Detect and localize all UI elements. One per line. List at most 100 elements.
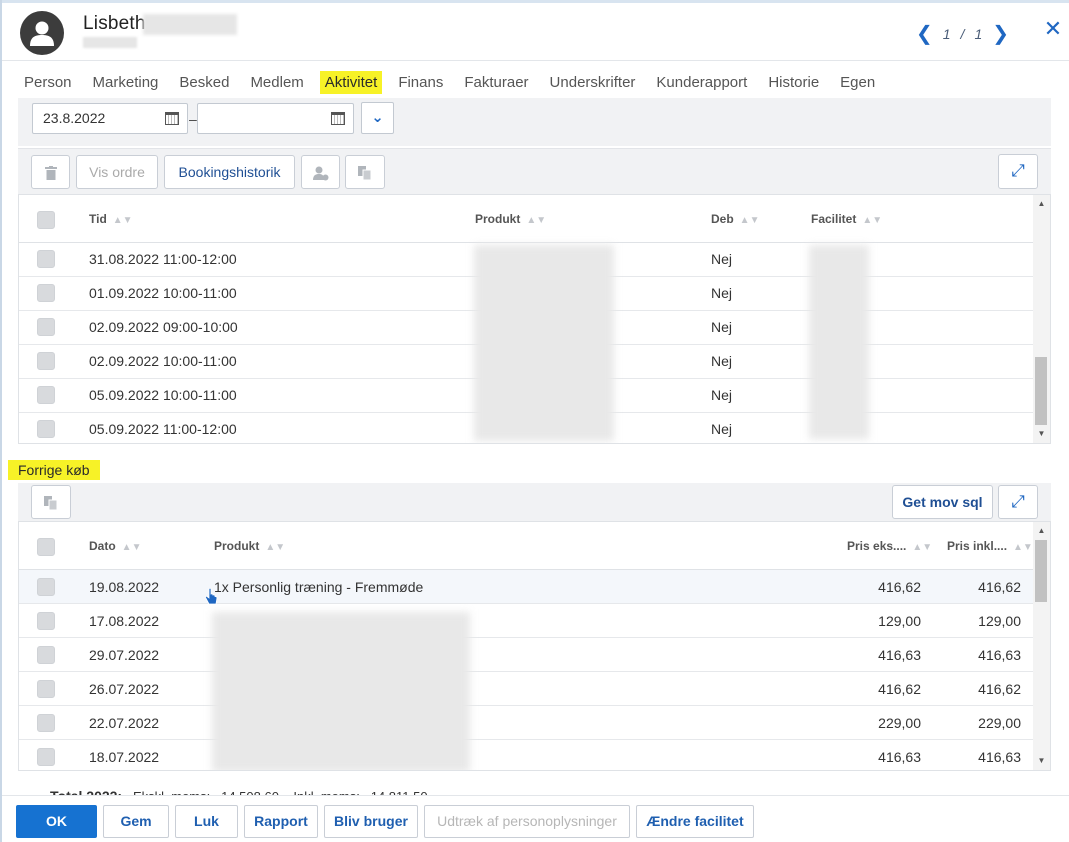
column-header-price-ex[interactable]: Pris eks.... ▲▼	[847, 539, 932, 553]
tab-person[interactable]: Person	[24, 71, 72, 94]
hand-cursor-icon	[205, 588, 218, 605]
row-checkbox[interactable]	[37, 352, 55, 370]
tab-medlem[interactable]: Medlem	[250, 71, 303, 94]
from-date-input[interactable]: 23.8.2022	[32, 103, 188, 134]
booking-deb: Nej	[711, 319, 733, 335]
purchase-price-incl: 416,63	[978, 647, 1021, 663]
booking-time: 31.08.2022 11:00-12:00	[89, 251, 237, 267]
column-label: Tid	[89, 212, 107, 226]
user-action-button[interactable]	[301, 155, 340, 189]
table-row[interactable]: 18.07.2022 416,63 416,63	[19, 740, 1034, 770]
tab-underskrifter[interactable]: Underskrifter	[550, 71, 636, 94]
row-checkbox[interactable]	[37, 680, 55, 698]
filter-dropdown-button[interactable]: ⌄	[361, 102, 394, 134]
redacted-surname	[143, 14, 237, 35]
tab-kunderapport[interactable]: Kunderapport	[656, 71, 747, 94]
column-header-price-incl[interactable]: Pris inkl.... ▲▼	[947, 539, 1033, 553]
table-row[interactable]: 17.08.2022 129,00 129,00	[19, 604, 1034, 638]
tab-aktivitet[interactable]: Aktivitet	[319, 70, 383, 103]
row-checkbox[interactable]	[37, 420, 55, 438]
tab-historie[interactable]: Historie	[768, 71, 819, 94]
booking-deb: Nej	[711, 421, 733, 437]
extract-personal-data-button[interactable]: Udtræk af personoplysninger	[424, 805, 630, 838]
delete-button[interactable]	[31, 155, 70, 189]
sort-icon: ▲▼	[912, 542, 933, 553]
purchase-product: 1x Personlig træning - Fremmøde	[214, 579, 424, 595]
purchase-table-scrollbar[interactable]: ▲ ▼	[1033, 522, 1050, 770]
row-checkbox[interactable]	[37, 578, 55, 596]
purchase-date: 29.07.2022	[89, 647, 160, 663]
row-checkbox[interactable]	[37, 284, 55, 302]
change-facility-button[interactable]: Ændre facilitet	[636, 805, 754, 838]
dialog-footer: OK Gem Luk Rapport Bliv bruger Udtræk af…	[2, 795, 1069, 842]
row-checkbox[interactable]	[37, 386, 55, 404]
select-all-checkbox[interactable]	[37, 211, 55, 229]
scrollbar-thumb[interactable]	[1035, 357, 1047, 425]
user-lock-icon	[312, 166, 328, 181]
column-header-date[interactable]: Dato ▲▼	[89, 539, 141, 553]
row-checkbox[interactable]	[37, 646, 55, 664]
trash-icon	[44, 166, 57, 181]
purchase-date: 22.07.2022	[89, 715, 160, 731]
chevron-right-icon[interactable]: ❯	[992, 21, 1009, 46]
purchase-toolbar: Get mov sql ⤢	[18, 483, 1051, 521]
column-header-facility[interactable]: Facilitet ▲▼	[811, 212, 882, 226]
scroll-down-icon[interactable]: ▼	[1033, 754, 1050, 768]
booking-table: Tid ▲▼ Produkt ▲▼ Deb ▲▼ Facilitet ▲▼ 31.08.…	[18, 194, 1051, 444]
redacted-facility-column	[809, 245, 869, 439]
row-checkbox[interactable]	[37, 612, 55, 630]
purchase-price-incl: 416,62	[978, 579, 1021, 595]
chevron-left-icon[interactable]: ❮	[916, 21, 933, 46]
table-row[interactable]: 22.07.2022 229,00 229,00	[19, 706, 1034, 740]
row-checkbox[interactable]	[37, 318, 55, 336]
table-row[interactable]: 29.07.2022 416,63 416,63	[19, 638, 1034, 672]
purchase-price-incl: 229,00	[978, 715, 1021, 731]
tab-egen[interactable]: Egen	[840, 71, 875, 94]
tab-besked[interactable]: Besked	[179, 71, 229, 94]
table-row[interactable]: 19.08.2022 1x Personlig træning - Fremmø…	[19, 570, 1034, 604]
tab-finans[interactable]: Finans	[398, 71, 443, 94]
column-header-time[interactable]: Tid ▲▼	[89, 212, 133, 226]
copy-icon	[358, 166, 372, 181]
person-name: Lisbeth	[83, 13, 146, 34]
pager-total: 1	[974, 25, 983, 42]
select-all-checkbox[interactable]	[37, 538, 55, 556]
scrollbar-thumb[interactable]	[1035, 540, 1047, 602]
tab-bar: Person Marketing Besked Medlem Aktivitet…	[2, 62, 1069, 103]
to-date-input[interactable]	[197, 103, 354, 134]
expand-booking-button[interactable]: ⤢	[998, 154, 1038, 189]
ok-button[interactable]: OK	[16, 805, 97, 838]
expand-purchases-button[interactable]: ⤢	[998, 485, 1038, 519]
booking-time: 02.09.2022 09:00-10:00	[89, 319, 238, 335]
close-icon[interactable]: ✕	[1041, 17, 1065, 41]
sort-icon: ▲▼	[739, 215, 760, 226]
copy-button[interactable]	[31, 485, 71, 519]
row-checkbox[interactable]	[37, 250, 55, 268]
copy-button[interactable]	[345, 155, 385, 189]
column-header-product[interactable]: Produkt ▲▼	[475, 212, 546, 226]
column-header-product[interactable]: Produkt ▲▼	[214, 539, 285, 553]
save-button[interactable]: Gem	[103, 805, 169, 838]
column-header-deb[interactable]: Deb ▲▼	[711, 212, 759, 226]
row-checkbox[interactable]	[37, 748, 55, 766]
calendar-icon[interactable]	[331, 112, 345, 125]
purchase-price-ex: 416,62	[878, 681, 921, 697]
tab-marketing[interactable]: Marketing	[93, 71, 159, 94]
get-mov-sql-button[interactable]: Get mov sql	[892, 485, 993, 519]
calendar-icon[interactable]	[165, 112, 179, 125]
become-user-button[interactable]: Bliv bruger	[324, 805, 418, 838]
scroll-down-icon[interactable]: ▼	[1033, 427, 1050, 441]
tab-fakturaer[interactable]: Fakturaer	[464, 71, 528, 94]
scroll-up-icon[interactable]: ▲	[1033, 524, 1050, 538]
purchase-price-ex: 129,00	[878, 613, 921, 629]
table-row[interactable]: 26.07.2022 416,62 416,62	[19, 672, 1034, 706]
report-button[interactable]: Rapport	[244, 805, 318, 838]
scroll-up-icon[interactable]: ▲	[1033, 197, 1050, 211]
booking-history-button[interactable]: Bookingshistorik	[164, 155, 295, 189]
row-checkbox[interactable]	[37, 714, 55, 732]
show-order-button[interactable]: Vis ordre	[76, 155, 158, 189]
column-label: Pris eks....	[847, 539, 907, 553]
purchase-date: 17.08.2022	[89, 613, 160, 629]
close-button[interactable]: Luk	[175, 805, 238, 838]
booking-table-scrollbar[interactable]: ▲ ▼	[1033, 195, 1050, 443]
